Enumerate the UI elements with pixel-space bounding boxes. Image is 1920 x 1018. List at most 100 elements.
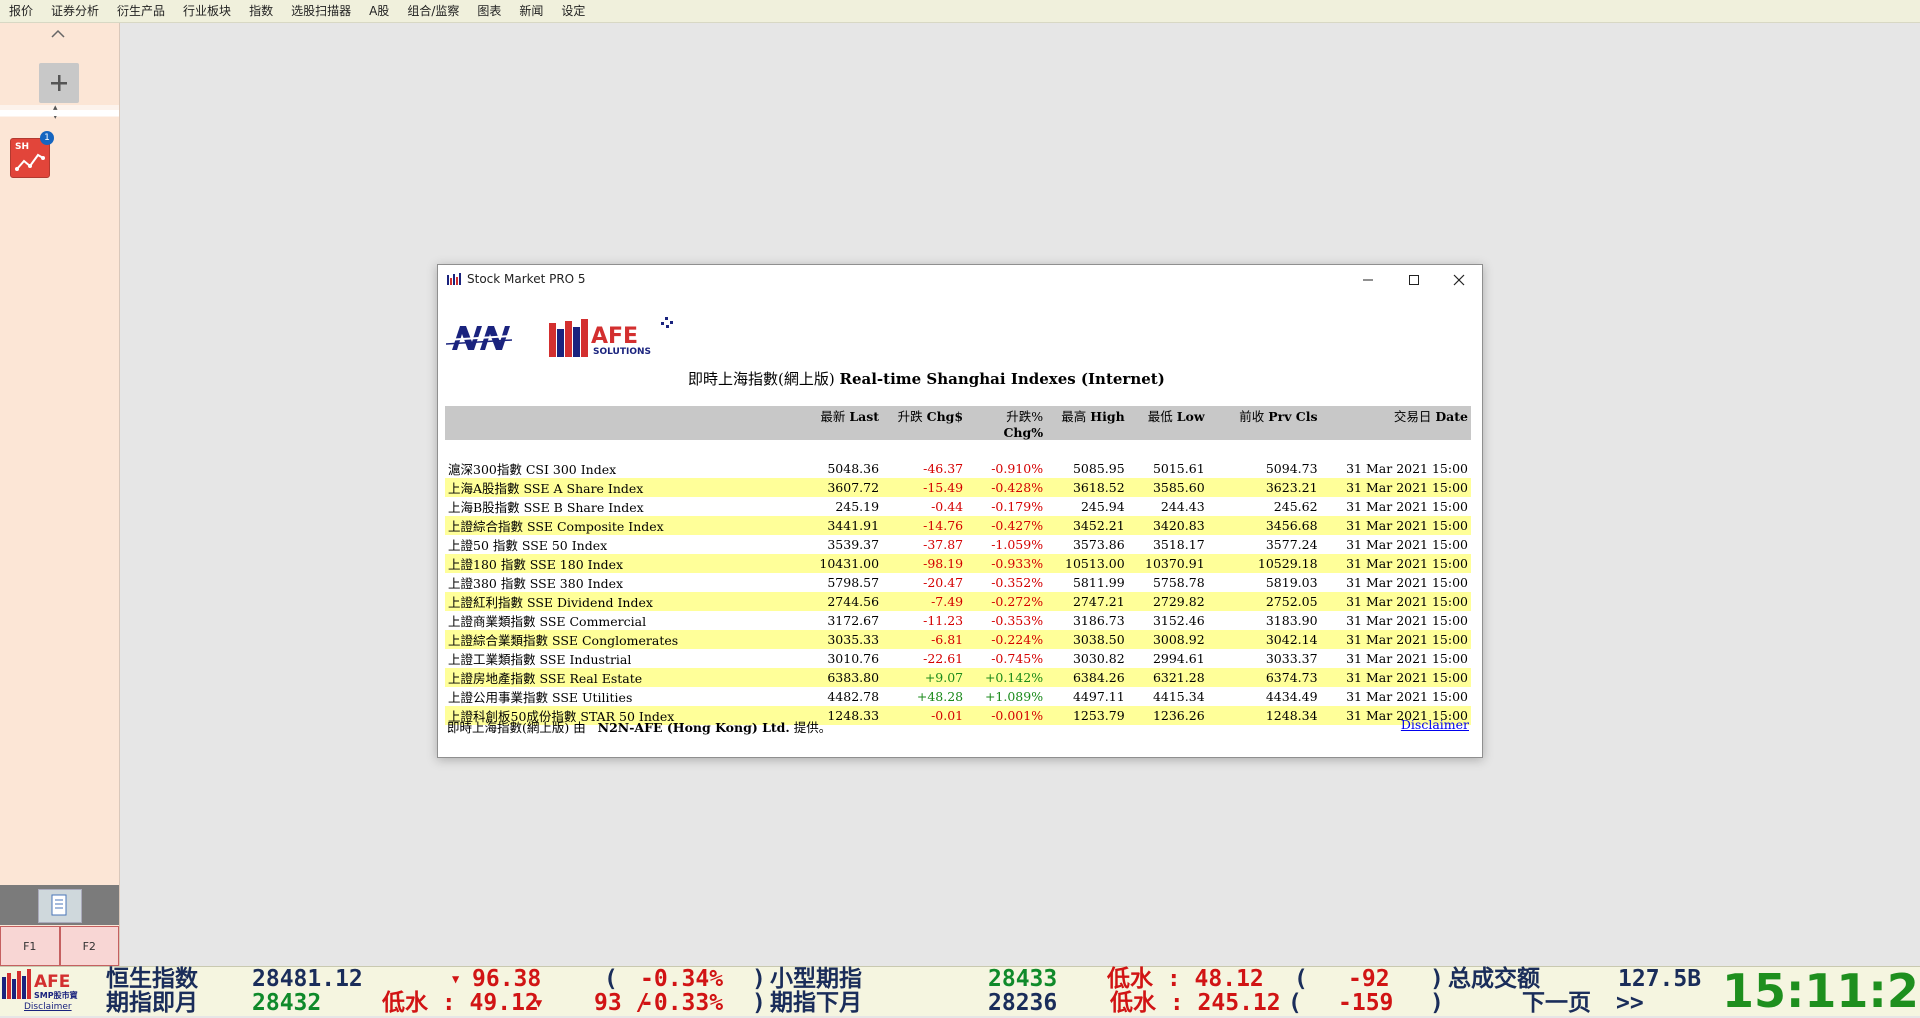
- page-title-en: Real-time Shanghai Indexes (Internet): [839, 370, 1165, 388]
- low: 5015.61: [1152, 460, 1205, 476]
- index-name: 上證綜合業類指數 SSE Conglomerates: [445, 629, 805, 649]
- f2-button[interactable]: F2: [59, 926, 119, 966]
- high: 4497.11: [1072, 688, 1125, 704]
- svg-text:AFE: AFE: [34, 972, 70, 992]
- prev-close: 3577.24: [1265, 536, 1318, 552]
- function-keys: F1 F2: [0, 926, 119, 966]
- smp-afe-logo: AFE SMP股市寶: [2, 969, 78, 999]
- change: -7.49: [882, 591, 967, 611]
- table-row: 上證380 指數 SSE 380 Index 5798.57 -20.47 -0.35…: [445, 573, 1471, 592]
- menu-item-1[interactable]: 证券分析: [42, 0, 108, 22]
- index-name: 滬深300指數 CSI 300 Index: [448, 461, 617, 477]
- change: -46.37: [923, 460, 964, 476]
- high: 3573.86: [1072, 536, 1125, 552]
- header-date: 交易日 Date: [1320, 406, 1471, 440]
- change-pct: -0.272%: [966, 591, 1047, 611]
- browser-window: Stock Market PRO 5 AFE SOLUTIONS 即時上海指數(…: [437, 264, 1483, 758]
- menu-item-2[interactable]: 衍生产品: [108, 0, 174, 22]
- maximize-button[interactable]: [1391, 265, 1437, 295]
- clock: 15:11:22: [1722, 964, 1920, 1018]
- change: -0.01: [882, 705, 967, 725]
- f1-button[interactable]: F1: [0, 926, 60, 966]
- ticker-disclaimer-link[interactable]: Disclaimer: [24, 1002, 72, 1012]
- last-price: 3172.67: [827, 612, 880, 628]
- hsi-pct-close: ): [752, 966, 766, 992]
- index-name: 上海B股指數 SSE B Share Index: [448, 499, 644, 515]
- change-pct: -0.427%: [966, 515, 1047, 535]
- change-pct: -0.745%: [991, 650, 1044, 666]
- change-pct: -0.933%: [966, 553, 1047, 573]
- last-price: 2744.56: [804, 591, 883, 611]
- high: 6384.26: [1046, 667, 1128, 687]
- minimize-button[interactable]: [1345, 265, 1391, 295]
- document-button[interactable]: [38, 889, 82, 923]
- close-icon: [1453, 274, 1465, 286]
- afe-logo-subtext: SOLUTIONS: [593, 347, 651, 357]
- disclaimer-link[interactable]: Disclaimer: [1401, 717, 1469, 732]
- menu-item-9[interactable]: 新闻: [510, 0, 552, 22]
- last-price: 3539.37: [827, 536, 880, 552]
- low: 1236.26: [1127, 705, 1208, 725]
- hsi-change: 96.38: [472, 966, 542, 992]
- menu-item-5[interactable]: 选股扫描器: [282, 0, 360, 22]
- change: -22.61: [923, 650, 964, 666]
- index-name: 上證房地產指數 SSE Real Estate: [445, 667, 805, 687]
- plus-icon: [51, 75, 67, 91]
- chevron-up-icon[interactable]: [48, 26, 68, 42]
- add-button[interactable]: [39, 63, 79, 103]
- trade-date: 31 Mar 2021 15:00: [1346, 688, 1468, 704]
- table-header-row: 最新 Last 升跌 Chg$ 升跌% Chg% 最高 High 最低 Low 前…: [445, 406, 1471, 440]
- sidebar: ▴ ▾ SH 1 F1 F2: [0, 23, 120, 966]
- change-pct: -0.179%: [991, 498, 1044, 514]
- low: 2729.82: [1127, 591, 1208, 611]
- index-table: 最新 Last 升跌 Chg$ 升跌% Chg% 最高 High 最低 Low 前…: [445, 406, 1471, 725]
- menu-item-8[interactable]: 图表: [468, 0, 510, 22]
- change-pct: -0.224%: [966, 629, 1047, 649]
- change: +9.07: [882, 667, 967, 687]
- current-month-futures-value: 28432: [252, 990, 322, 1016]
- high: 5085.95: [1072, 460, 1125, 476]
- table-row: 上證紅利指數 SSE Dividend Index 2744.56 -7.49 -0.…: [445, 591, 1471, 611]
- next-page-arrows[interactable]: >>: [1616, 991, 1644, 1015]
- table-row: 上證50 指數 SSE 50 Index 3539.37 -37.87 -1.059%…: [445, 535, 1471, 554]
- prev-close: 3456.68: [1207, 515, 1321, 535]
- table-row: 上證房地產指數 SSE Real Estate 6383.80 +9.07 +0.14…: [445, 667, 1471, 687]
- prev-close: 5819.03: [1265, 574, 1318, 590]
- menu-item-4[interactable]: 指数: [240, 0, 282, 22]
- menu-item-0[interactable]: 报价: [0, 0, 42, 22]
- n2n-logo: [446, 326, 512, 350]
- current-month-pct: -0.33%: [640, 990, 724, 1016]
- last-price: 245.19: [835, 498, 880, 514]
- hsi-value: 28481.12: [252, 966, 363, 992]
- prev-close: 245.62: [1273, 498, 1318, 514]
- index-name: 上證綜合指數 SSE Composite Index: [445, 515, 805, 535]
- panel-splitter[interactable]: ▴ ▾: [0, 104, 119, 122]
- menu-item-3[interactable]: 行业板块: [174, 0, 240, 22]
- document-icon: [51, 894, 67, 916]
- hsi-pct-open: (: [604, 966, 618, 992]
- low: 3585.60: [1127, 477, 1208, 497]
- low: 10370.91: [1127, 553, 1208, 573]
- menu-item-6[interactable]: A股: [360, 0, 398, 22]
- header-chg-pct: 升跌% Chg%: [966, 406, 1047, 440]
- prev-close: 3033.37: [1265, 650, 1318, 666]
- change: +48.28: [916, 688, 964, 704]
- prev-close: 5094.73: [1265, 460, 1318, 476]
- high: 5811.99: [1072, 574, 1125, 590]
- page-title-cn: 即時上海指數(網上版): [688, 370, 835, 388]
- current-month-discount: 低水 : 49.12: [382, 990, 539, 1016]
- afe-solutions-logo: AFE SOLUTIONS: [549, 317, 673, 357]
- header-name: [445, 406, 805, 440]
- change-pct: +1.089%: [984, 688, 1044, 704]
- next-month-futures-value: 28236: [988, 990, 1058, 1016]
- index-name: 上證380 指數 SSE 380 Index: [448, 575, 624, 591]
- mini-futures-value: 28433: [988, 966, 1058, 992]
- index-name: 上證工業類指數 SSE Industrial: [448, 651, 632, 667]
- change-pct: -0.352%: [991, 574, 1044, 590]
- trade-date: 31 Mar 2021 15:00: [1320, 667, 1471, 687]
- last-price: 4482.78: [827, 688, 880, 704]
- close-button[interactable]: [1436, 265, 1482, 295]
- next-page-button[interactable]: 下一页: [1522, 991, 1591, 1015]
- menu-item-7[interactable]: 组合/监察: [398, 0, 468, 22]
- menu-item-10[interactable]: 设定: [552, 0, 594, 22]
